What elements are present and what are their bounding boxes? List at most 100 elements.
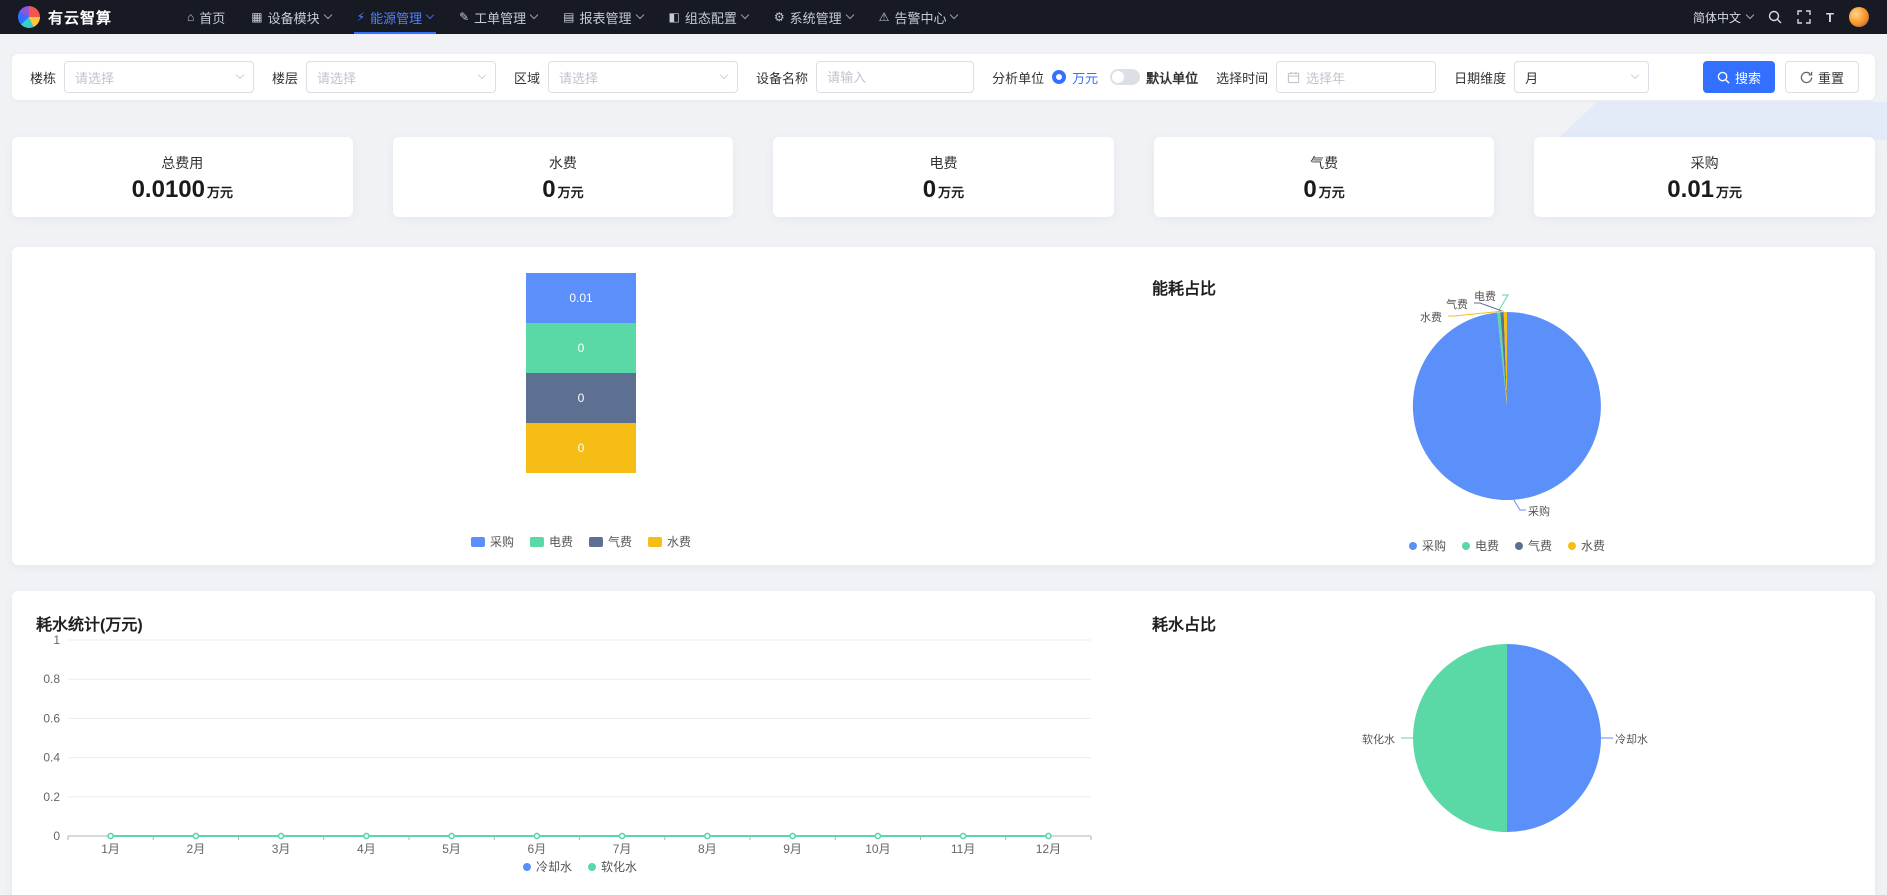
nav-label: 工单管理 [474,8,526,27]
svg-text:2月: 2月 [187,842,206,856]
chevron-down-icon [236,71,244,79]
year-picker[interactable]: 选择年 [1276,61,1436,93]
search-icon[interactable] [1768,10,1782,24]
legend-marker [523,863,531,871]
energy-pie-legend: 采购 电费 气费 水费 [1409,537,1605,554]
stat-card-gas-cost: 气费 0万元 [1154,137,1495,217]
app-logo[interactable]: 有云智算 [18,6,112,28]
water-line-chart: 00.20.40.60.811月2月3月4月5月6月7月8月9月10月11月12… [12,591,1142,871]
home-icon: ⌂ [187,10,194,24]
language-label: 简体中文 [1693,9,1741,26]
nav-item-alarm-center[interactable]: ⚠ 告警中心 [866,0,971,34]
legend-marker [1409,542,1417,550]
avatar[interactable] [1849,7,1869,27]
top-navbar: 有云智算 ⌂ 首页 ▦ 设备模块 ⚡ 能源管理 ✎ 工单管理 ▤ 报表管理 ◧ [0,0,1887,34]
legend-marker [471,537,485,547]
building-select[interactable]: 请选择 [64,61,254,93]
pie-label-water: 水费 [1420,309,1442,325]
filter-bar: 楼栋 请选择 楼层 请选择 区域 请选择 设备名称 分析单位 万元 默认单位 选… [12,54,1875,100]
date-dimension-select[interactable]: 月 [1514,61,1649,93]
fullscreen-icon[interactable] [1797,10,1811,24]
chevron-down-icon [845,11,853,19]
radio-checked-icon [1052,70,1066,84]
unit-wanyuan-radio[interactable]: 万元 [1052,68,1098,87]
svg-text:6月: 6月 [528,842,547,856]
legend-label: 水费 [667,533,691,550]
report-icon: ▤ [563,10,574,24]
water-line-legend: 冷却水 软化水 [523,858,637,875]
chevron-down-icon [426,11,434,19]
svg-text:9月: 9月 [783,842,802,856]
nav-label: 系统管理 [790,8,842,27]
chevron-down-icon [635,11,643,19]
svg-text:10月: 10月 [865,842,890,856]
legend-item-electricity[interactable]: 电费 [1462,537,1499,554]
floor-placeholder: 请选择 [317,68,356,87]
floor-label: 楼层 [272,68,298,87]
legend-item-water[interactable]: 水费 [648,533,691,550]
reset-button[interactable]: 重置 [1785,61,1859,93]
search-icon [1717,71,1730,84]
svg-text:7月: 7月 [613,842,632,856]
logo-icon [18,6,40,28]
bar-chart-legend: 采购 电费 气费 水费 [471,533,691,550]
area-label: 区域 [514,68,540,87]
nav-item-energy-management[interactable]: ⚡ 能源管理 [344,0,446,34]
svg-text:4月: 4月 [357,842,376,856]
search-button[interactable]: 搜索 [1703,61,1775,93]
legend-marker [530,537,544,547]
stat-label: 水费 [549,153,577,173]
svg-text:0: 0 [53,829,60,843]
legend-item-softened-water[interactable]: 软化水 [588,858,637,875]
svg-text:0.8: 0.8 [43,672,60,686]
refresh-icon [1800,71,1813,84]
nav-item-work-order[interactable]: ✎ 工单管理 [446,0,550,34]
svg-text:0.2: 0.2 [43,790,60,804]
legend-marker [1568,542,1576,550]
device-name-input[interactable] [816,61,974,93]
floor-select[interactable]: 请选择 [306,61,496,93]
legend-label: 气费 [608,533,632,550]
legend-marker [588,863,596,871]
building-label: 楼栋 [30,68,56,87]
font-size-icon[interactable]: T [1826,10,1834,25]
bolt-icon: ⚡ [357,10,365,24]
language-selector[interactable]: 简体中文 [1693,9,1753,26]
nav-item-system-management[interactable]: ⚙ 系统管理 [761,0,866,34]
grid-icon: ▦ [251,10,262,24]
pie-label-gas: 气费 [1446,296,1468,312]
legend-marker [1462,542,1470,550]
legend-label: 电费 [549,533,573,550]
legend-marker [648,537,662,547]
background-decoration [1557,102,1887,140]
energy-pie-chart [1411,310,1603,505]
nav-item-configuration[interactable]: ◧ 组态配置 [656,0,761,34]
analysis-unit-label: 分析单位 [992,68,1044,87]
nav-label: 首页 [199,8,225,27]
legend-marker [1515,542,1523,550]
legend-item-cooling-water[interactable]: 冷却水 [523,858,572,875]
svg-text:0.4: 0.4 [43,751,60,765]
stacked-bar-chart: 0.01000 [526,273,636,473]
stat-value: 0.0100万元 [132,178,233,202]
nav-item-home[interactable]: ⌂ 首页 [174,0,238,34]
year-picker-placeholder: 选择年 [1306,68,1345,87]
stat-label: 总费用 [161,153,203,173]
legend-item-purchase[interactable]: 采购 [1409,537,1446,554]
legend-item-electricity[interactable]: 电费 [530,533,573,550]
legend-item-gas[interactable]: 气费 [1515,537,1552,554]
area-select[interactable]: 请选择 [548,61,738,93]
legend-item-gas[interactable]: 气费 [589,533,632,550]
svg-text:8月: 8月 [698,842,717,856]
pie-label-cooling-water: 冷却水 [1615,731,1648,747]
legend-item-purchase[interactable]: 采购 [471,533,514,550]
nav-item-report-management[interactable]: ▤ 报表管理 [550,0,655,34]
legend-label: 电费 [1475,537,1499,554]
stat-value: 0万元 [542,178,583,202]
pie-label-softened-water: 软化水 [1362,731,1395,747]
water-pie-title: 耗水占比 [1152,611,1216,635]
nav-item-device-module[interactable]: ▦ 设备模块 [238,0,343,34]
default-unit-switch[interactable] [1110,69,1140,85]
stat-label: 电费 [929,153,957,173]
legend-item-water[interactable]: 水费 [1568,537,1605,554]
